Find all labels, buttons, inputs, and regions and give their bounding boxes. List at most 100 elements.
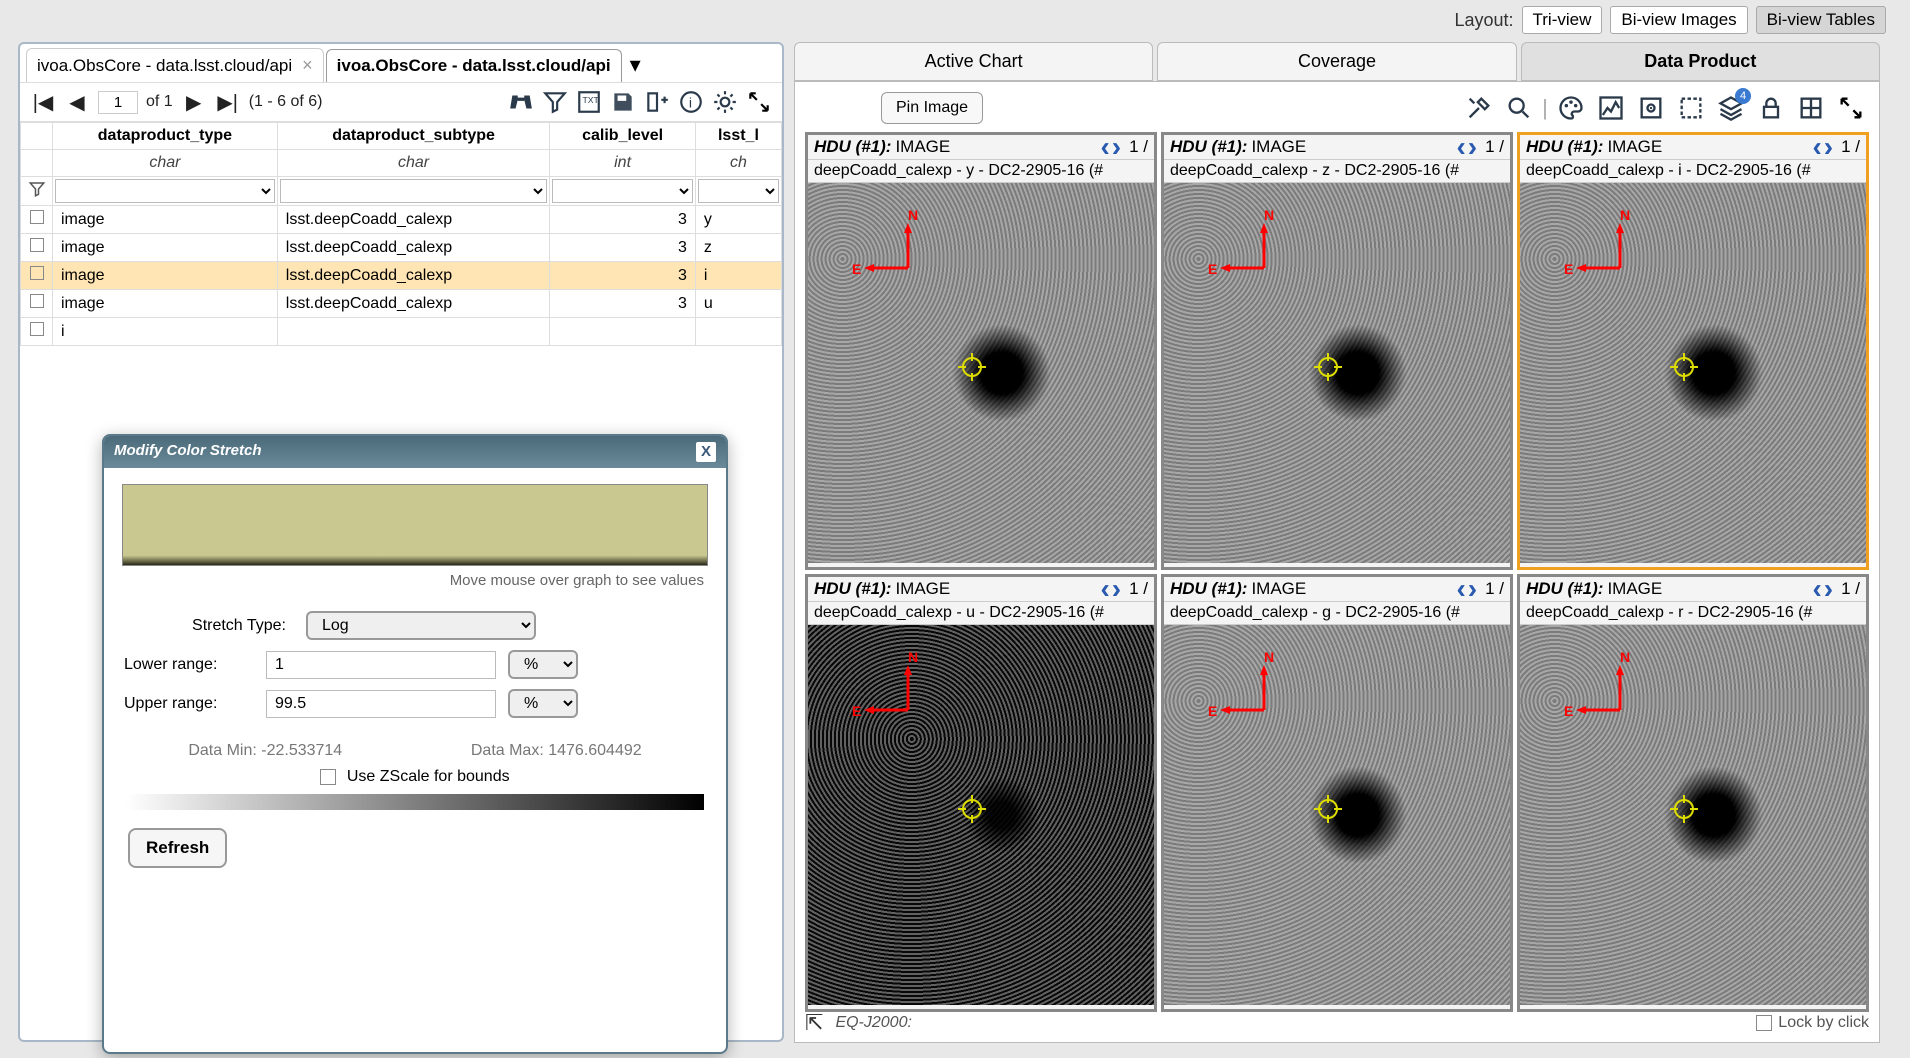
filter-funnel-icon[interactable] [28,180,46,198]
row-checkbox[interactable] [30,210,44,224]
prev-hdu-icon[interactable]: ‹ [1812,137,1821,157]
row-checkbox[interactable] [30,266,44,280]
lock-icon[interactable] [1753,90,1789,126]
table-panel: ivoa.ObsCore - data.lsst.cloud/api × ivo… [18,42,784,1042]
table-tab-1[interactable]: ivoa.ObsCore - data.lsst.cloud/api [326,49,622,82]
close-icon[interactable]: × [302,55,313,76]
image-cell[interactable]: HDU (#1): IMAGE‹›1 /deepCoadd_calexp - u… [805,574,1157,1012]
image-cell[interactable]: HDU (#1): IMAGE‹›1 /deepCoadd_calexp - r… [1517,574,1869,1012]
prev-hdu-icon[interactable]: ‹ [1100,579,1109,599]
upper-range-input[interactable] [266,690,496,718]
cell: lsst.deepCoadd_calexp [277,262,550,290]
row-checkbox[interactable] [30,238,44,252]
col-2[interactable]: calib_level [550,123,696,150]
compass-icon: NE [1580,223,1640,287]
add-column-icon[interactable] [644,89,670,115]
expand-icon[interactable] [1833,90,1869,126]
prev-hdu-icon[interactable]: ‹ [1456,579,1465,599]
next-hdu-icon[interactable]: › [1112,137,1121,157]
zoom-icon[interactable] [1501,90,1537,126]
next-hdu-icon[interactable]: › [1468,579,1477,599]
filter-2[interactable] [552,179,693,203]
upper-range-unit[interactable]: % [508,689,578,718]
image-toolbar: Pin Image | 4 [805,90,1869,126]
tab-active-chart[interactable]: Active Chart [794,42,1153,81]
refresh-button[interactable]: Refresh [128,828,227,868]
lock-checkbox[interactable] [1756,1015,1772,1031]
target-icon [1670,353,1698,381]
palette-icon[interactable] [1553,90,1589,126]
image-display[interactable]: NE [808,183,1154,563]
text-icon[interactable]: TXT [576,89,602,115]
checkbox-col[interactable] [21,123,53,150]
filter-1[interactable] [280,179,548,203]
lower-range-input[interactable] [266,651,496,679]
tab-overflow-caret[interactable]: ▾ [624,52,647,78]
layout-triview[interactable]: Tri-view [1522,6,1603,34]
first-page-icon[interactable]: |◀ [30,89,56,115]
filter-0[interactable] [55,179,275,203]
image-cell[interactable]: HDU (#1): IMAGE‹›1 /deepCoadd_calexp - g… [1161,574,1513,1012]
cell: image [53,290,278,318]
info-icon[interactable]: i [678,89,704,115]
close-icon[interactable]: X [696,442,716,462]
lower-range-unit[interactable]: % [508,650,578,679]
image-display[interactable]: NE [1520,183,1866,563]
table-row[interactable]: imagelsst.deepCoadd_calexp3z [21,234,782,262]
table-tab-0[interactable]: ivoa.ObsCore - data.lsst.cloud/api × [26,48,324,82]
table-row[interactable]: i [21,318,782,346]
select-icon[interactable] [1673,90,1709,126]
histogram-graph[interactable] [122,484,708,566]
col-3[interactable]: lsst_l [695,123,781,150]
filter-3[interactable] [698,179,779,203]
next-hdu-icon[interactable]: › [1468,137,1477,157]
table-row[interactable]: imagelsst.deepCoadd_calexp3u [21,290,782,318]
tab-coverage[interactable]: Coverage [1157,42,1516,81]
page-input[interactable] [98,91,138,114]
zscale-checkbox[interactable] [320,769,336,785]
image-display[interactable]: NE [1520,625,1866,1005]
image-cell[interactable]: HDU (#1): IMAGE‹›1 /deepCoadd_calexp - i… [1517,132,1869,570]
save-icon[interactable] [610,89,636,115]
col-0[interactable]: dataproduct_type [53,123,278,150]
popout-icon[interactable]: ⇱ [805,1010,823,1036]
gear-icon[interactable] [712,89,738,115]
grid-icon[interactable] [1793,90,1829,126]
layout-biview-images[interactable]: Bi-view Images [1610,6,1747,34]
next-hdu-icon[interactable]: › [1824,137,1833,157]
image-cell[interactable]: HDU (#1): IMAGE‹›1 /deepCoadd_calexp - y… [805,132,1157,570]
cell: y [695,206,781,234]
row-checkbox[interactable] [30,322,44,336]
prev-hdu-icon[interactable]: ‹ [1456,137,1465,157]
layout-label: Layout: [1454,10,1513,31]
next-hdu-icon[interactable]: › [1112,579,1121,599]
funnel-icon[interactable] [542,89,568,115]
row-checkbox[interactable] [30,294,44,308]
image-display[interactable]: NE [808,625,1154,1005]
pin-image-button[interactable]: Pin Image [881,92,983,124]
col-1[interactable]: dataproduct_subtype [277,123,550,150]
dialog-titlebar[interactable]: Modify Color Stretch X [104,436,726,468]
prev-page-icon[interactable]: ◀ [64,89,90,115]
layers-icon[interactable]: 4 [1713,90,1749,126]
table-row[interactable]: imagelsst.deepCoadd_calexp3y [21,206,782,234]
hdu-count: 1 / [1129,579,1148,599]
image-cell[interactable]: HDU (#1): IMAGE‹›1 /deepCoadd_calexp - z… [1161,132,1513,570]
table-row[interactable]: imagelsst.deepCoadd_calexp3i [21,262,782,290]
layout-biview-tables[interactable]: Bi-view Tables [1756,6,1886,34]
next-page-icon[interactable]: ▶ [181,89,207,115]
image-display[interactable]: NE [1164,183,1510,563]
expand-icon[interactable] [746,89,772,115]
last-page-icon[interactable]: ▶| [215,89,241,115]
tools-icon[interactable] [1461,90,1497,126]
prev-hdu-icon[interactable]: ‹ [1812,579,1821,599]
tab-data-product[interactable]: Data Product [1521,42,1880,81]
recenter-icon[interactable] [1633,90,1669,126]
image-display[interactable]: NE [1164,625,1510,1005]
image-name: deepCoadd_calexp - i - DC2-2905-16 (# [1520,160,1866,183]
next-hdu-icon[interactable]: › [1824,579,1833,599]
stretch-icon[interactable] [1593,90,1629,126]
binoculars-icon[interactable] [508,89,534,115]
prev-hdu-icon[interactable]: ‹ [1100,137,1109,157]
stretch-type-select[interactable]: Log [306,611,536,640]
